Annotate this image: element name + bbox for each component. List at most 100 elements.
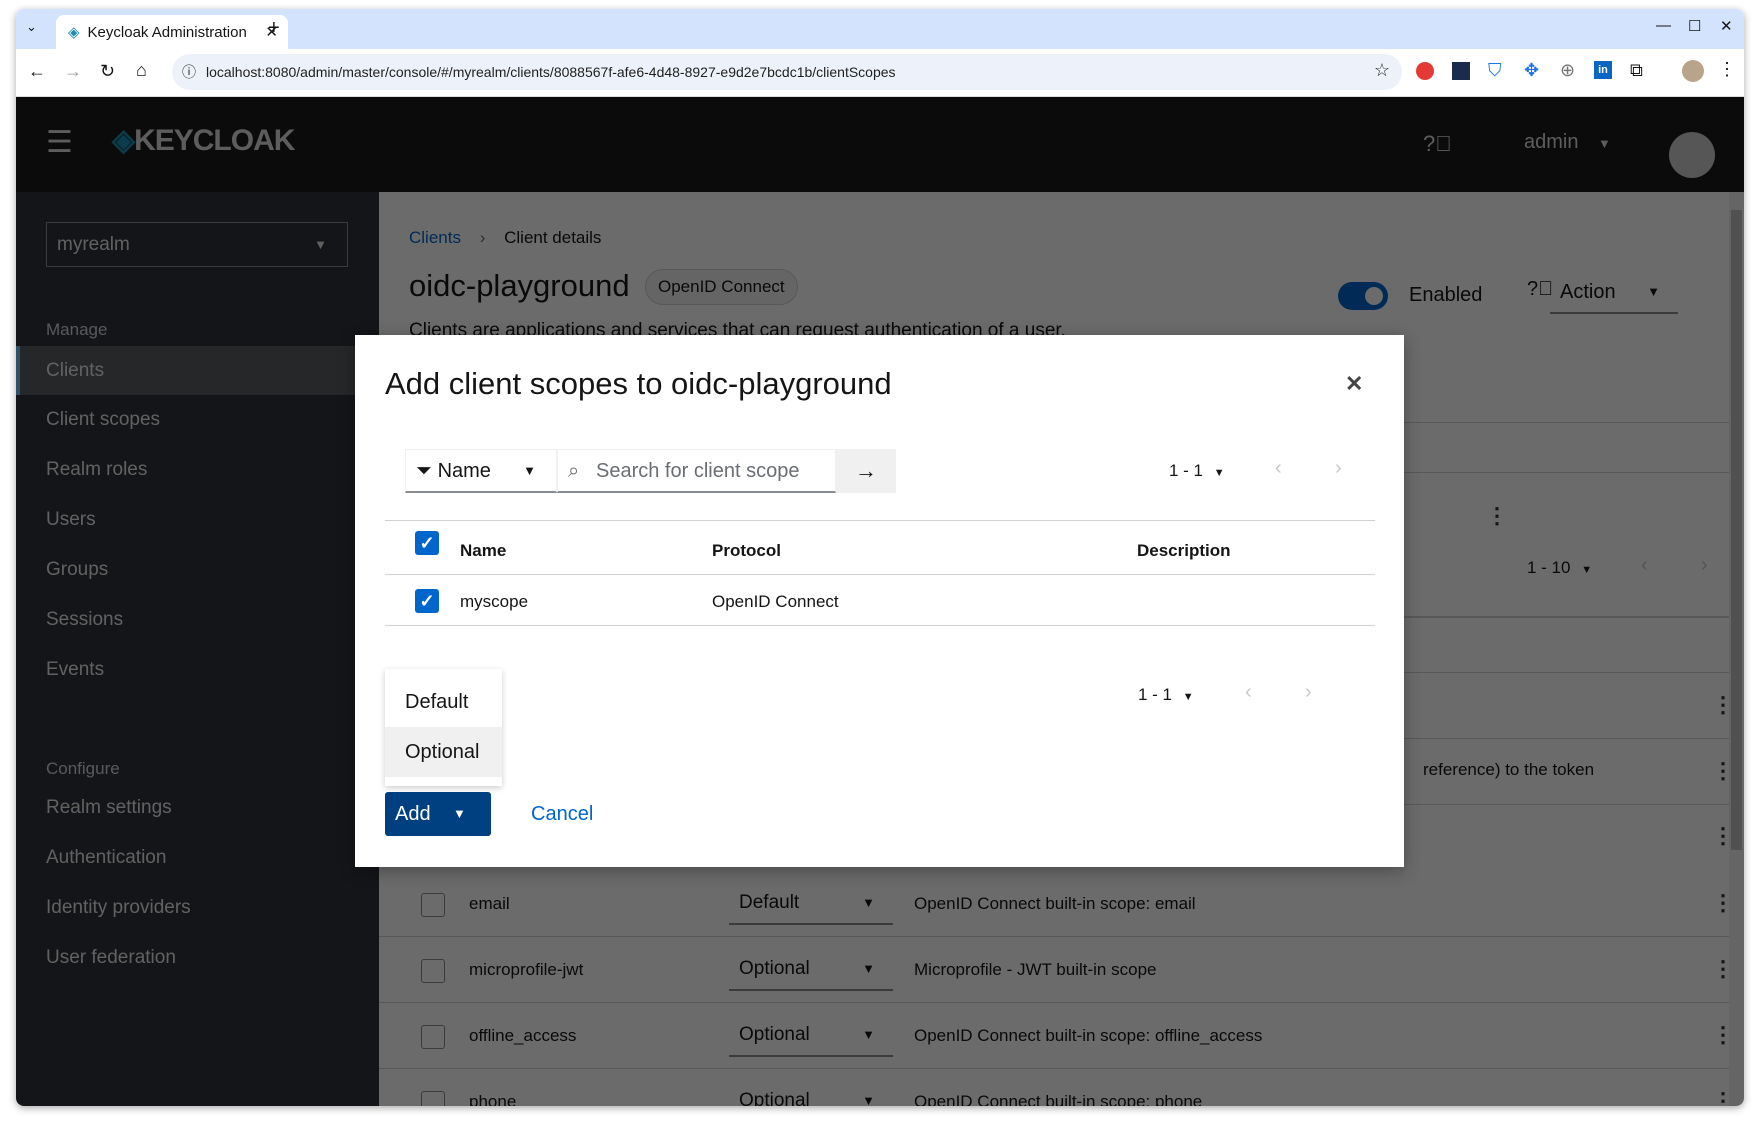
site-info-icon[interactable]: ⓘ <box>182 62 196 82</box>
sidebar-item-realm-settings[interactable]: Realm settings <box>16 783 379 832</box>
extension-icon[interactable]: ✥ <box>1524 60 1539 81</box>
row-checkbox[interactable] <box>421 1025 445 1049</box>
column-header-description: Description <box>1137 541 1231 560</box>
add-button[interactable]: Add ▼ <box>385 792 491 836</box>
page-title: oidc-playground <box>409 268 630 303</box>
new-tab-button[interactable]: + <box>268 17 280 40</box>
search-input[interactable]: ⌕ Search for client scope <box>557 449 836 493</box>
tab-list-icon[interactable]: ⌄ <box>26 19 37 35</box>
column-header-protocol: Protocol <box>712 541 781 560</box>
extension-icon[interactable] <box>1416 62 1434 80</box>
protocol-badge: OpenID Connect <box>645 269 798 305</box>
address-bar-row: ← → ↻ ⌂ ⓘ localhost:8080/admin/master/co… <box>16 49 1744 97</box>
scope-protocol: OpenID Connect <box>712 592 839 611</box>
sidebar-item-identity-providers[interactable]: Identity providers <box>16 883 379 932</box>
configure-section-label: Configure <box>46 759 120 778</box>
sidebar-item-clients[interactable]: Clients <box>16 346 379 395</box>
scope-type-select[interactable]: Optional ▼ <box>729 1015 893 1057</box>
hamburger-menu-icon[interactable]: ☰ <box>46 125 73 160</box>
scope-name[interactable]: phone <box>469 1092 516 1106</box>
sidebar-item-realm-roles[interactable]: Realm roles <box>16 445 379 494</box>
keycloak-favicon-icon: ◈ <box>68 24 80 41</box>
profile-avatar[interactable] <box>1682 60 1704 82</box>
row-checkbox[interactable]: ✓ <box>415 589 439 613</box>
url-text: localhost:8080/admin/master/console/#/my… <box>206 64 896 80</box>
sidebar-item-events[interactable]: Events <box>16 645 379 694</box>
sidebar-item-client-scopes[interactable]: Client scopes <box>16 395 379 444</box>
menu-item-optional[interactable]: Optional <box>385 727 502 777</box>
scope-description: OpenID Connect built-in scope: offline_a… <box>914 1026 1263 1045</box>
column-header-name[interactable]: Name <box>460 541 506 561</box>
bottom-pagination-range[interactable]: 1 - 1 ▼ <box>1138 685 1194 705</box>
scrollbar[interactable] <box>1729 192 1744 1106</box>
cancel-button[interactable]: Cancel <box>531 803 593 826</box>
scope-description: Microprofile - JWT built-in scope <box>914 960 1157 979</box>
maximize-icon[interactable]: ☐ <box>1688 17 1701 35</box>
next-page-icon[interactable]: › <box>1701 554 1708 577</box>
scope-name: myscope <box>460 592 529 611</box>
close-window-icon[interactable]: ✕ <box>1720 17 1733 35</box>
select-all-checkbox[interactable]: ✓ <box>415 531 439 555</box>
action-dropdown[interactable]: Action ▼ <box>1550 272 1678 314</box>
sidebar-item-user-federation[interactable]: User federation <box>16 933 379 982</box>
table-row: offline_access Optional ▼ OpenID Connect … <box>379 1003 1734 1069</box>
sidebar-item-users[interactable]: Users <box>16 495 379 544</box>
bookmark-star-icon[interactable]: ☆ <box>1374 60 1390 81</box>
minimize-icon[interactable]: — <box>1656 17 1671 34</box>
extensions-puzzle-icon[interactable]: ⧉ <box>1630 60 1643 81</box>
row-checkbox[interactable] <box>421 959 445 983</box>
table-row: email Default ▼ OpenID Connect built-in s… <box>379 871 1734 937</box>
prev-page-icon[interactable]: ‹ <box>1245 681 1252 704</box>
home-icon[interactable]: ⌂ <box>136 60 147 81</box>
modal-title: Add client scopes to oidc-playground <box>385 366 892 401</box>
sidebar: myrealm ▼ Manage Clients Client scopes Re… <box>16 192 379 1106</box>
tab-title: Keycloak Administration <box>87 23 247 41</box>
sidebar-item-sessions[interactable]: Sessions <box>16 595 379 644</box>
user-menu[interactable]: admin ▼ <box>1524 131 1611 154</box>
menu-item-default[interactable]: Default <box>385 677 502 727</box>
forward-icon[interactable]: → <box>64 61 82 82</box>
extension-icon[interactable] <box>1452 62 1470 80</box>
realm-selector[interactable]: myrealm ▼ <box>46 222 348 267</box>
add-type-dropdown-menu: Default Optional <box>385 669 502 786</box>
shield-extension-icon[interactable]: ⛉ <box>1488 60 1502 81</box>
extension-icon[interactable]: ⊕ <box>1560 60 1575 81</box>
row-checkbox[interactable] <box>421 1091 445 1106</box>
scope-type-select[interactable]: Optional ▼ <box>729 1081 893 1106</box>
row-checkbox[interactable] <box>421 893 445 917</box>
scope-type-select[interactable]: Optional ▼ <box>729 949 893 991</box>
pagination-range[interactable]: 1 - 1 ▼ <box>1169 461 1225 481</box>
pagination-range[interactable]: 1 - 10 ▼ <box>1527 558 1592 578</box>
table-row: microprofile-jwt Optional ▼ Microprofile … <box>379 937 1734 1003</box>
browser-menu-icon[interactable]: ⋮ <box>1718 59 1736 80</box>
enabled-toggle[interactable] <box>1338 282 1388 310</box>
filter-dropdown[interactable]: ⏷ Name ▼ <box>405 449 557 493</box>
sidebar-item-authentication[interactable]: Authentication <box>16 833 379 882</box>
add-client-scopes-modal: Add client scopes to oidc-playground ✕ ⏷… <box>355 335 1404 867</box>
toolbar-kebab-icon[interactable]: ⋮ <box>1486 505 1508 527</box>
sidebar-item-groups[interactable]: Groups <box>16 545 379 594</box>
linkedin-extension-icon[interactable]: in <box>1594 61 1612 79</box>
browser-tab[interactable]: ◈ Keycloak Administration ✕ <box>56 15 288 49</box>
prev-page-icon[interactable]: ‹ <box>1275 457 1282 480</box>
reload-icon[interactable]: ↻ <box>100 61 115 82</box>
search-submit-button[interactable]: → <box>836 449 896 493</box>
next-page-icon[interactable]: › <box>1305 681 1312 704</box>
prev-page-icon[interactable]: ‹ <box>1641 554 1648 577</box>
enabled-label: Enabled <box>1409 284 1483 306</box>
close-icon[interactable]: ✕ <box>1345 371 1363 397</box>
scope-type-select[interactable]: Default ▼ <box>729 883 893 925</box>
scope-name[interactable]: email <box>469 894 510 914</box>
back-icon[interactable]: ← <box>28 61 46 82</box>
breadcrumb: Clients › Client details <box>409 228 602 247</box>
scope-name[interactable]: offline_access <box>469 1026 576 1046</box>
scope-name[interactable]: microprofile-jwt <box>469 960 583 980</box>
avatar[interactable] <box>1669 132 1715 178</box>
help-icon[interactable]: ?⃝ <box>1423 131 1452 157</box>
next-page-icon[interactable]: › <box>1335 457 1342 480</box>
row-description-partial: reference) to the token <box>1423 760 1595 779</box>
url-field[interactable]: ⓘ localhost:8080/admin/master/console/#/… <box>172 54 1402 90</box>
breadcrumb-clients-link[interactable]: Clients <box>409 228 461 247</box>
filter-icon: ⏷ <box>416 460 432 482</box>
keycloak-logo[interactable]: ◈KEYCLOAK <box>112 123 295 158</box>
